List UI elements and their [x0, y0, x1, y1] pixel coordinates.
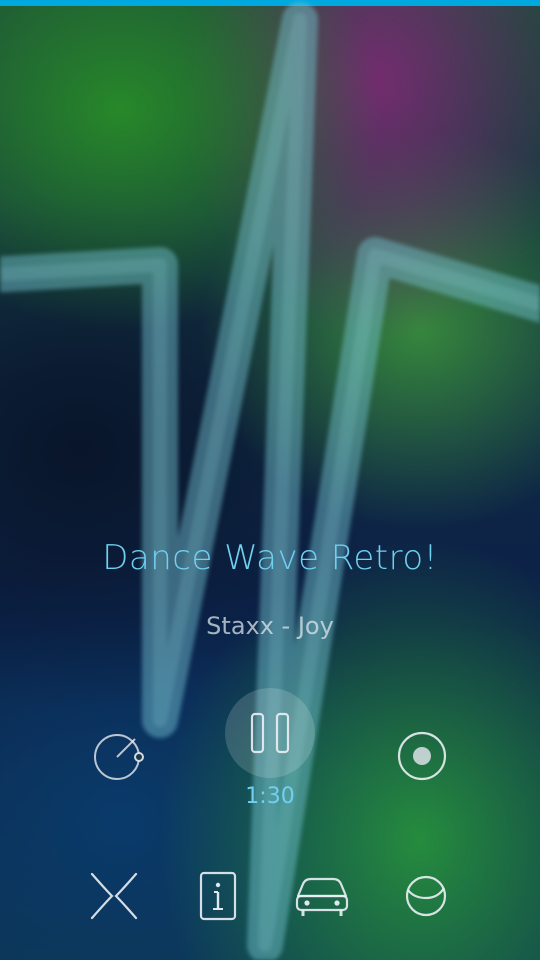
sleep-timer-icon	[405, 875, 447, 917]
radio-player-screen: Dance Wave Retro! Staxx - Joy 1:30	[0, 0, 540, 960]
station-logo-wave	[0, 2, 540, 960]
tuner-button[interactable]	[90, 728, 148, 786]
pause-button[interactable]	[225, 688, 315, 778]
record-icon	[397, 731, 447, 781]
shuffle-button[interactable]	[84, 866, 144, 926]
tuner-dial-icon	[94, 734, 144, 780]
shuffle-icon	[90, 872, 138, 920]
car-icon	[295, 877, 349, 916]
info-button[interactable]	[188, 866, 248, 926]
info-icon	[199, 871, 237, 921]
pause-icon	[250, 712, 290, 754]
station-name: Dance Wave Retro!	[102, 538, 438, 578]
car-mode-button[interactable]	[292, 866, 352, 926]
now-playing-track: Staxx - Joy	[206, 612, 334, 640]
elapsed-time: 1:30	[245, 784, 295, 809]
sleep-timer-button[interactable]	[396, 866, 456, 926]
record-button[interactable]	[394, 728, 450, 784]
